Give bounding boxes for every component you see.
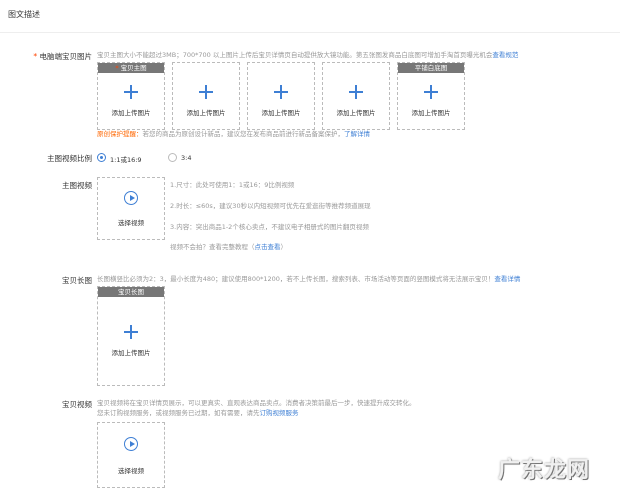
main-image-slot-1[interactable]: * 宝贝主图 添加上传图片 — [97, 62, 165, 130]
slot-caption: 添加上传图片 — [186, 109, 226, 117]
main-image-slot-5[interactable]: 平铺白底图 添加上传图片 — [397, 62, 465, 130]
ratio-option-2-label[interactable]: 3:4 — [181, 154, 191, 162]
service-note-text: 您未订购视频服务，或视频服务已过期，如有需要，请先 — [97, 409, 260, 417]
ratio-option-1-label[interactable]: 1:1或16:9 — [110, 154, 142, 164]
item-video-note: 宝贝视频将在宝贝详情页展示，可以更真实、直观表达商品卖点。消费者决策前最后一步，… — [97, 399, 416, 407]
section-title: 图文描述 — [8, 10, 40, 19]
slot-caption: 添加上传图片 — [411, 109, 451, 117]
plus-icon — [124, 325, 138, 339]
play-icon — [124, 437, 138, 451]
plus-icon — [124, 85, 138, 99]
slot-caption: 添加上传图片 — [261, 109, 301, 117]
main-image-slot-3[interactable]: 添加上传图片 — [247, 62, 315, 130]
long-image-label: 宝贝长图 — [62, 276, 92, 285]
watermark: 广东龙网 — [497, 458, 590, 483]
main-video-label: 主图视频 — [62, 181, 92, 190]
original-protection-note: 原创保护提醒：若您的商品为原创设计新品，建议您在发布商品前进行新品备案保护，了解… — [97, 130, 617, 139]
item-video-label: 宝贝视频 — [62, 400, 92, 409]
view-spec-link[interactable]: 查看规范 — [492, 51, 518, 59]
main-images-note-text: 宝贝主图大小不能超过3MB；700*700 以上图片上传后宝贝详情页自动提供放大… — [97, 51, 493, 59]
main-image-slot-4[interactable]: 添加上传图片 — [322, 62, 390, 130]
howto-end: ） — [280, 243, 288, 251]
section-header: 图文描述 — [0, 0, 620, 33]
slot-caption: 添加上传图片 — [111, 349, 151, 357]
subscribe-video-service-link[interactable]: 订购视频服务 — [260, 409, 299, 417]
video-tip-size: 1.尺寸：此处可使用1：1或16：9比例视频 — [170, 181, 295, 189]
item-video-service-note: 您未订购视频服务，或视频服务已过期，如有需要，请先订购视频服务 — [97, 409, 617, 418]
main-image-slot-2[interactable]: 添加上传图片 — [172, 62, 240, 130]
plus-icon — [274, 85, 288, 99]
slot-caption: 添加上传图片 — [336, 109, 376, 117]
main-images-note: 宝贝主图大小不能超过3MB；700*700 以上图片上传后宝贝详情页自动提供放大… — [97, 51, 617, 60]
view-tutorial-link[interactable]: 点击查看 — [255, 243, 281, 251]
ratio-radio-1-1[interactable] — [97, 153, 106, 162]
video-tip-duration: 2.时长：≤60s，建议30秒以内短视频可优先在爱逛街等推荐频道展现 — [170, 202, 371, 210]
select-video-caption: 选择视频 — [118, 219, 144, 227]
slot-tag: * 宝贝主图 — [98, 63, 164, 73]
long-image-slot[interactable]: 宝贝长图 添加上传图片 — [97, 286, 165, 386]
play-icon — [124, 191, 138, 205]
video-tip-content: 3.内容：突出商品1-2个核心卖点，不建议电子相册式的图片翻页视频 — [170, 223, 369, 231]
ratio-radio-3-4[interactable] — [168, 153, 177, 162]
long-image-note: 长图横竖比必须为2：3，最小长度为480；建议使用800*1200，若不上传长图… — [97, 275, 617, 284]
view-details-link[interactable]: 查看详情 — [494, 275, 520, 283]
slot-caption: 添加上传图片 — [111, 109, 151, 117]
protection-title: 原创保护提醒： — [97, 130, 143, 138]
video-ratio-label: 主图视频比例 — [47, 154, 92, 163]
main-video-select[interactable]: 选择视频 — [97, 177, 165, 240]
slot-tag: 平铺白底图 — [398, 63, 464, 73]
main-images-label-text: 电脑端宝贝图片 — [39, 52, 93, 61]
video-howto: 视频不会拍？查看完整教程（点击查看） — [170, 243, 287, 252]
main-images-label: * 电脑端宝贝图片 — [0, 51, 92, 62]
learn-more-link[interactable]: 了解详情 — [344, 130, 370, 138]
long-image-note-text: 长图横竖比必须为2：3，最小长度为480；建议使用800*1200，若不上传长图… — [97, 275, 495, 283]
plus-icon — [349, 85, 363, 99]
howto-text: 视频不会拍？查看完整教程（ — [170, 243, 255, 251]
slot-tag-text: 宝贝主图 — [120, 64, 147, 72]
item-video-select[interactable]: 选择视频 — [97, 422, 165, 488]
plus-icon — [199, 85, 213, 99]
protection-text: 若您的商品为原创设计新品，建议您在发布商品前进行新品备案保护， — [142, 130, 345, 138]
slot-tag: 宝贝长图 — [98, 287, 164, 297]
select-video-caption: 选择视频 — [118, 467, 144, 475]
plus-icon — [424, 85, 438, 99]
